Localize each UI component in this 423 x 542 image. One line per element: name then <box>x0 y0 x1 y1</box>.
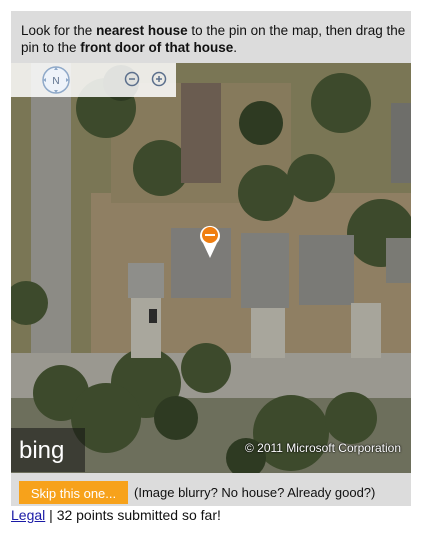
bing-logo: bing <box>11 428 85 472</box>
instruction-text: Look for the nearest house to the pin on… <box>21 22 406 56</box>
zoom-in-icon[interactable] <box>151 71 167 87</box>
help-text: (Image blurry? No house? Already good?) <box>134 485 376 500</box>
instruction-part: . <box>233 40 238 55</box>
instruction-emphasis: front door of that house <box>80 40 234 55</box>
points-counter: 32 points submitted so far! <box>56 507 221 523</box>
skip-button[interactable]: Skip this one... <box>19 481 128 504</box>
legal-link[interactable]: Legal <box>11 507 45 523</box>
instruction-emphasis: nearest house <box>96 23 188 38</box>
map-pin-icon[interactable] <box>198 223 222 259</box>
compass-letter: N <box>52 76 59 87</box>
bing-logo-text: bing <box>19 437 64 464</box>
zoom-out-icon[interactable] <box>124 71 140 87</box>
map-navigation-bar: N <box>11 63 176 97</box>
footer: Legal | 32 points submitted so far! <box>11 507 221 523</box>
compass-icon[interactable]: N <box>41 65 71 95</box>
footer-separator: | <box>45 507 57 523</box>
map-copyright: © 2011 Microsoft Corporation <box>244 441 401 455</box>
task-panel: Look for the nearest house to the pin on… <box>11 11 411 506</box>
aerial-imagery <box>11 63 411 473</box>
aerial-map[interactable]: N bing © 2011 Microsoft Corporation <box>11 63 411 473</box>
instruction-part: Look for the <box>21 23 97 38</box>
